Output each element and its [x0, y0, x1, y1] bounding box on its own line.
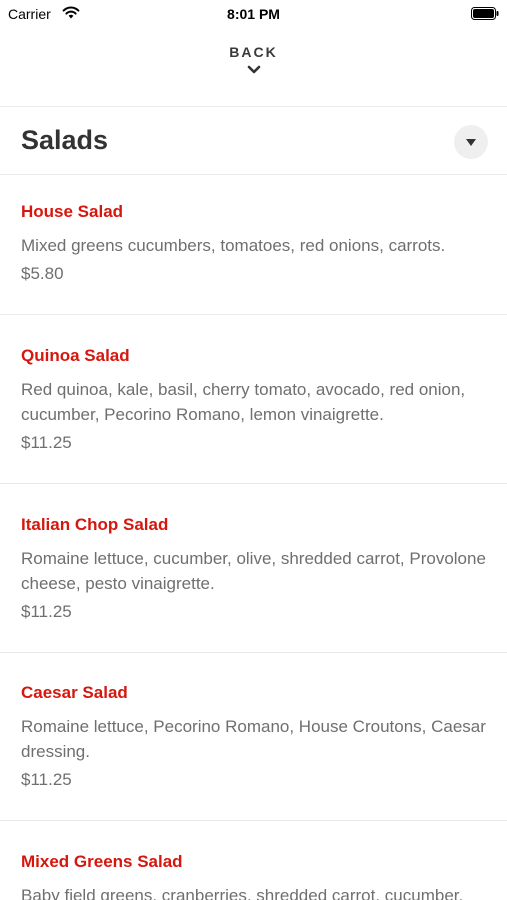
item-description: Romaine lettuce, Pecorino Romano, House … — [21, 717, 486, 761]
back-button[interactable]: BACK — [0, 44, 507, 94]
item-divider — [0, 652, 507, 653]
menu-item-italian-chop-salad[interactable]: Italian Chop Salad Romaine lettuce, cucu… — [0, 515, 507, 640]
item-name: Quinoa Salad — [21, 346, 130, 365]
item-price: $11.25 — [21, 602, 72, 621]
item-price: $5.80 — [21, 264, 64, 283]
category-divider — [0, 174, 507, 175]
item-divider — [0, 483, 507, 484]
item-price: $11.25 — [21, 433, 72, 452]
item-name: House Salad — [21, 202, 124, 221]
dropdown-triangle-icon — [466, 139, 476, 146]
menu-screen: Carrier 8:01 PM BACK Salads House Salad — [0, 0, 507, 900]
item-description: Baby field greens, cranberries, shredded… — [21, 886, 464, 900]
chevron-down-icon — [247, 65, 260, 74]
item-price: $11.25 — [21, 770, 72, 789]
back-label: BACK — [229, 44, 278, 60]
category-title: Salads — [21, 125, 109, 155]
nav-divider — [0, 106, 507, 107]
status-time: 8:01 PM — [227, 6, 280, 22]
item-divider — [0, 314, 507, 315]
menu-item-quinoa-salad[interactable]: Quinoa Salad Red quinoa, kale, basil, ch… — [0, 346, 507, 471]
item-name: Italian Chop Salad — [21, 515, 169, 534]
battery-icon — [471, 7, 499, 20]
status-bar: Carrier 8:01 PM — [0, 0, 507, 28]
item-description: Mixed greens cucumbers, tomatoes, red on… — [21, 236, 446, 255]
menu-item-house-salad[interactable]: House Salad Mixed greens cucumbers, toma… — [0, 202, 507, 302]
menu-item-mixed-greens-salad[interactable]: Mixed Greens Salad Baby field greens, cr… — [0, 852, 507, 900]
category-header: Salads — [0, 108, 507, 174]
menu-item-caesar-salad[interactable]: Caesar Salad Romaine lettuce, Pecorino R… — [0, 683, 507, 808]
item-description: Romaine lettuce, cucumber, olive, shredd… — [21, 549, 486, 593]
category-collapse-button[interactable] — [454, 125, 488, 159]
item-description: Red quinoa, kale, basil, cherry tomato, … — [21, 380, 466, 424]
item-name: Mixed Greens Salad — [21, 852, 183, 871]
item-divider — [0, 820, 507, 821]
item-name: Caesar Salad — [21, 683, 128, 702]
